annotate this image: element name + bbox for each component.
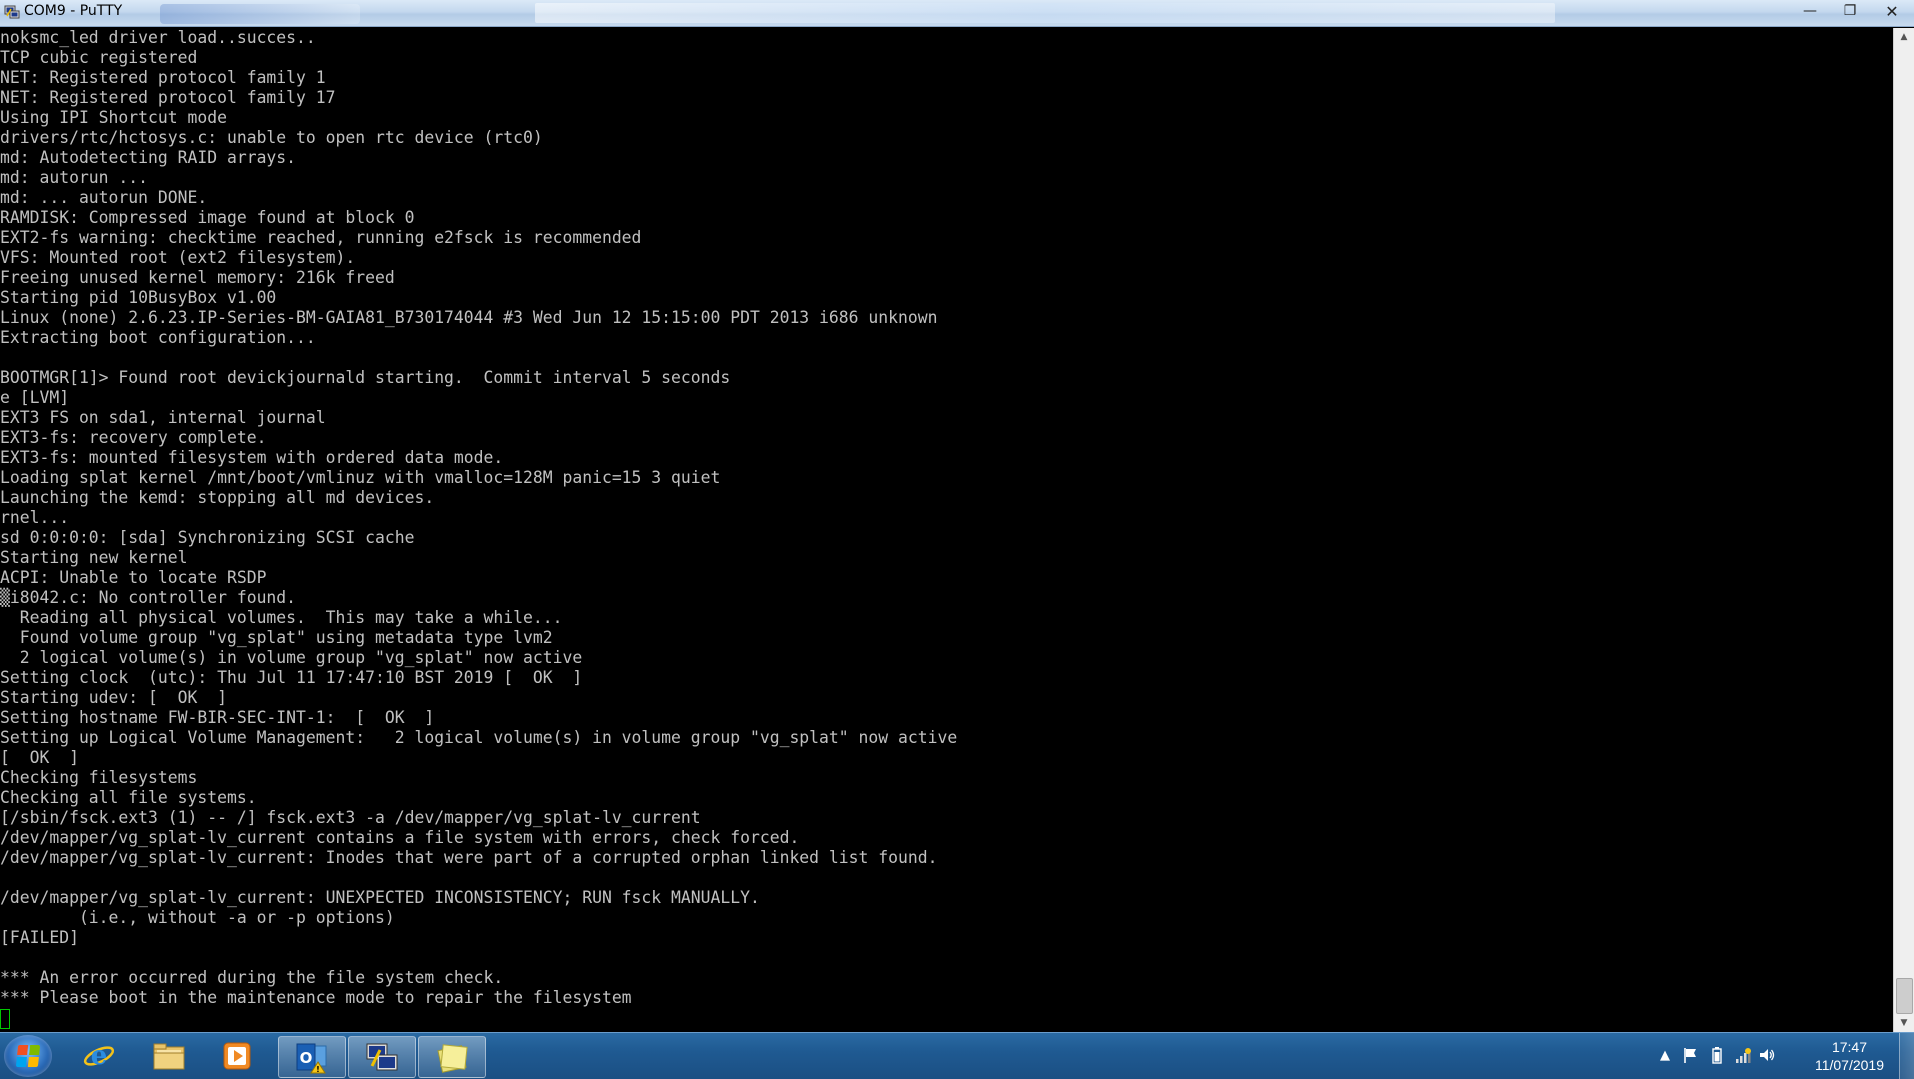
terminal-line: Freeing unused kernel memory: 216k freed [0, 268, 395, 287]
show-desktop-button[interactable] [1899, 1033, 1914, 1079]
terminal-line: /dev/mapper/vg_splat-lv_current: Inodes … [0, 848, 938, 867]
taskbar: e O ! ▲ 17:47 11/07/2019 [0, 1032, 1914, 1079]
maximize-button[interactable]: ❐ [1830, 0, 1870, 22]
volume-icon[interactable] [1758, 1046, 1776, 1064]
network-signal-icon[interactable] [1734, 1046, 1752, 1064]
taskbar-sticky-notes[interactable] [418, 1036, 486, 1078]
terminal-line: Setting up Logical Volume Management: 2 … [0, 728, 958, 747]
window-controls: — ❐ ✕ [1790, 0, 1914, 22]
terminal-line: Setting hostname FW-BIR-SEC-INT-1: [ OK … [0, 708, 435, 727]
terminal-line: EXT3-fs: recovery complete. [0, 428, 267, 447]
taskbar-putty[interactable] [348, 1036, 416, 1078]
svg-text:!: ! [316, 1065, 320, 1074]
internet-explorer-icon: e [83, 1041, 115, 1071]
terminal-line: *** An error occurred during the file sy… [0, 968, 504, 987]
clock[interactable]: 17:47 11/07/2019 [1815, 1038, 1884, 1074]
putty-icon [366, 1043, 398, 1071]
title-bar[interactable]: COM9 - PuTTY — ❐ ✕ [0, 0, 1914, 27]
putty-window: COM9 - PuTTY — ❐ ✕ noksmc_led driver loa… [0, 0, 1914, 1032]
outlook-icon: O ! [296, 1043, 327, 1074]
terminal-line: [/sbin/fsck.ext3 (1) -- /] fsck.ext3 -a … [0, 808, 701, 827]
terminal-line: Checking filesystems [0, 768, 198, 787]
taskbar-file-explorer[interactable] [136, 1036, 202, 1076]
start-button[interactable] [4, 1035, 52, 1077]
terminal-line: (i.e., without -a or -p options) [0, 908, 395, 927]
file-explorer-icon [153, 1043, 185, 1070]
terminal-prompt-line [0, 1008, 1894, 1029]
terminal-line: /dev/mapper/vg_splat-lv_current: UNEXPEC… [0, 888, 760, 907]
action-center-flag-icon[interactable] [1682, 1046, 1700, 1064]
terminal-line: sd 0:0:0:0: [sda] Synchronizing SCSI cac… [0, 528, 415, 547]
terminal-line: md: autorun ... [0, 168, 149, 187]
vertical-scrollbar[interactable]: ▲ ▼ [1893, 28, 1914, 1032]
terminal-line: Found volume group "vg_splat" using meta… [0, 628, 553, 647]
terminal-line: *** Please boot in the maintenance mode … [0, 988, 632, 1007]
title-bar-background-decoration [535, 3, 1555, 23]
terminal-cursor [0, 1009, 10, 1029]
terminal-line: [ OK ] [0, 748, 79, 767]
terminal-line: /dev/mapper/vg_splat-lv_current contains… [0, 828, 800, 847]
svg-text:O: O [300, 1049, 313, 1067]
terminal-line: BOOTMGR[1]> Found root devickjournald st… [0, 368, 731, 387]
terminal-line: [FAILED] [0, 928, 79, 947]
terminal-line: NET: Registered protocol family 17 [0, 88, 336, 107]
terminal-line: Setting clock (utc): Thu Jul 11 17:47:10… [0, 668, 583, 687]
taskbar-outlook[interactable]: O ! [278, 1036, 346, 1078]
terminal-line: rnel... [0, 508, 70, 527]
terminal-line: TCP cubic registered [0, 48, 198, 67]
scroll-thumb[interactable] [1896, 978, 1913, 1014]
terminal-line: EXT2-fs warning: checktime reached, runn… [0, 228, 642, 247]
taskbar-internet-explorer[interactable]: e [66, 1036, 132, 1076]
windows-logo-icon [15, 1045, 41, 1067]
terminal-line: VFS: Mounted root (ext2 filesystem). [0, 248, 356, 267]
svg-text:e: e [91, 1041, 108, 1071]
terminal-line: EXT3-fs: mounted filesystem with ordered… [0, 448, 504, 467]
terminal-line: 2 logical volume(s) in volume group "vg_… [0, 648, 583, 667]
putty-icon [4, 5, 20, 19]
battery-icon[interactable] [1708, 1046, 1726, 1064]
scroll-down-arrow-icon[interactable]: ▼ [1894, 1014, 1914, 1032]
sticky-notes-icon [437, 1044, 468, 1073]
terminal-line: Launching the kemd: stopping all md devi… [0, 488, 435, 507]
terminal-line: Linux (none) 2.6.23.IP-Series-BM-GAIA81_… [0, 308, 938, 327]
title-bar-background-decoration [160, 4, 360, 24]
terminal-line: Starting udev: [ OK ] [0, 688, 227, 707]
clock-date: 11/07/2019 [1814, 1057, 1884, 1073]
terminal-output[interactable]: noksmc_led driver load..succes.. TCP cubi… [0, 28, 1894, 1032]
terminal-line: Loading splat kernel /mnt/boot/vmlinuz w… [0, 468, 721, 487]
close-button[interactable]: ✕ [1870, 0, 1914, 22]
system-tray: ▲ 17:47 11/07/2019 [1654, 1033, 1914, 1079]
scroll-up-arrow-icon[interactable]: ▲ [1894, 28, 1914, 46]
terminal-line: Starting new kernel [0, 548, 188, 567]
terminal-lines: noksmc_led driver load..succes.. TCP cubi… [0, 28, 1894, 1029]
terminal-line: Extracting boot configuration... [0, 328, 316, 347]
terminal-line: drivers/rtc/hctosys.c: unable to open rt… [0, 128, 543, 147]
terminal-line: Starting pid 10BusyBox v1.00 [0, 288, 277, 307]
clock-time: 17:47 [1831, 1039, 1867, 1055]
window-title: COM9 - PuTTY [24, 3, 123, 19]
show-hidden-icons-icon[interactable]: ▲ [1656, 1046, 1674, 1064]
terminal-line: NET: Registered protocol family 1 [0, 68, 326, 87]
terminal-line: RAMDISK: Compressed image found at block… [0, 208, 415, 227]
terminal-line: ACPI: Unable to locate RSDP [0, 568, 267, 587]
terminal-line: md: ... autorun DONE. [0, 188, 208, 207]
terminal-line: EXT3 FS on sda1, internal journal [0, 408, 326, 427]
terminal-line: ▒i8042.c: No controller found. [0, 588, 297, 607]
minimize-button[interactable]: — [1790, 0, 1830, 22]
terminal-line: e [LVM] [0, 388, 70, 407]
taskbar-media-player[interactable] [204, 1036, 270, 1076]
terminal-line: md: Autodetecting RAID arrays. [0, 148, 297, 167]
terminal-line: noksmc_led driver load..succes.. [0, 28, 316, 47]
media-player-icon [223, 1042, 251, 1070]
terminal-line: Checking all file systems. [0, 788, 257, 807]
terminal-line: Using IPI Shortcut mode [0, 108, 227, 127]
terminal-line: Reading all physical volumes. This may t… [0, 608, 563, 627]
